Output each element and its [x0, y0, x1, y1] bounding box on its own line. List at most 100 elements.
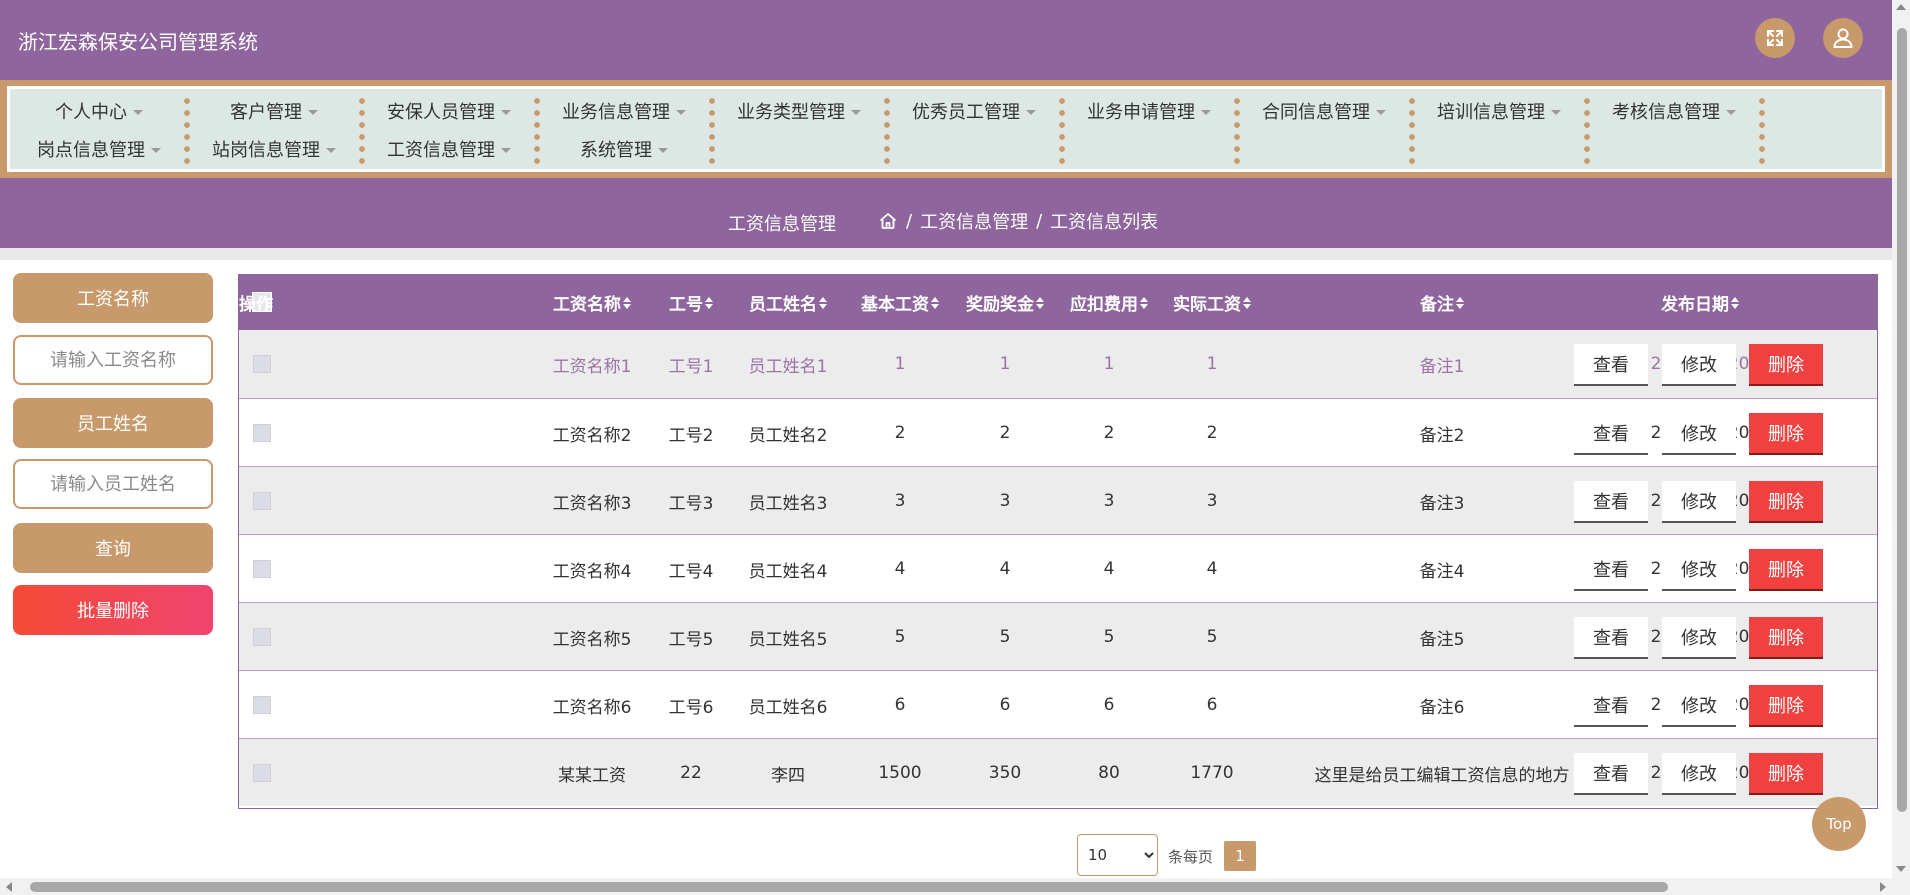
main-nav: 个人中心 客户管理 安保人员管理 业务信息管理 业务类型管理 优秀员工管理 业务申请管理 合同… — [0, 80, 1892, 178]
row-checkbox[interactable] — [253, 355, 271, 373]
salary-name-input[interactable] — [13, 335, 213, 385]
edit-button[interactable]: 修改 — [1662, 685, 1736, 727]
table-row[interactable]: 工资名称5工号5员工姓名55555备注52022-04-20查看修改删除 — [239, 602, 1877, 670]
fullscreen-button[interactable] — [1755, 18, 1795, 58]
nav-item[interactable]: 客户管理 — [187, 92, 361, 130]
home-icon[interactable] — [878, 211, 898, 231]
scroll-down-arrow-icon[interactable] — [1896, 866, 1906, 872]
cell-actual-salary: 2 — [1206, 423, 1218, 443]
cell-employee-name: 员工姓名4 — [748, 561, 828, 582]
column-header-employee-name[interactable]: 员工姓名 — [733, 275, 843, 330]
page-button-current[interactable]: 1 — [1224, 841, 1256, 871]
nav-item[interactable]: 考核信息管理 — [1587, 92, 1761, 130]
delete-button[interactable]: 删除 — [1749, 753, 1823, 795]
cell-remarks: 备注1 — [1419, 356, 1465, 377]
view-button[interactable]: 查看 — [1574, 617, 1648, 659]
delete-button[interactable]: 删除 — [1749, 617, 1823, 659]
nav-item[interactable]: 系统管理 — [537, 130, 711, 168]
scroll-left-arrow-icon[interactable] — [6, 882, 12, 892]
edit-button[interactable]: 修改 — [1662, 413, 1736, 455]
nav-item[interactable]: 工资信息管理 — [362, 130, 536, 168]
sort-icon[interactable] — [1036, 296, 1044, 309]
nav-separator — [1409, 95, 1415, 169]
view-button[interactable]: 查看 — [1574, 413, 1648, 455]
caret-down-icon — [658, 147, 668, 153]
batch-delete-button[interactable]: 批量删除 — [13, 585, 213, 635]
nav-item-label: 安保人员管理 — [387, 102, 495, 123]
scroll-right-arrow-icon[interactable] — [1880, 882, 1886, 892]
view-button[interactable]: 查看 — [1574, 753, 1648, 795]
view-button[interactable]: 查看 — [1574, 549, 1648, 591]
row-checkbox[interactable] — [253, 628, 271, 646]
vertical-scrollbar-thumb[interactable] — [1897, 28, 1907, 812]
cell-salary-name: 工资名称6 — [552, 697, 632, 718]
column-header-deductions[interactable]: 应扣费用 — [1059, 275, 1159, 330]
cell-bonus: 4 — [999, 559, 1011, 579]
nav-item[interactable]: 个人中心 — [12, 92, 186, 130]
scroll-up-arrow-icon[interactable] — [1896, 4, 1906, 10]
view-button[interactable]: 查看 — [1574, 481, 1648, 523]
column-header-base-salary[interactable]: 基本工资 — [850, 275, 950, 330]
sort-icon[interactable] — [1731, 296, 1739, 309]
caret-down-icon — [326, 147, 336, 153]
nav-item[interactable]: 业务类型管理 — [712, 92, 886, 130]
nav-item[interactable]: 培训信息管理 — [1412, 92, 1586, 130]
column-header-actual-salary[interactable]: 实际工资 — [1162, 275, 1262, 330]
edit-button[interactable]: 修改 — [1662, 481, 1736, 523]
row-checkbox[interactable] — [253, 424, 271, 442]
table-row[interactable]: 工资名称2工号2员工姓名22222备注22022-04-20查看修改删除 — [239, 398, 1877, 466]
nav-item[interactable]: 优秀员工管理 — [887, 92, 1061, 130]
edit-button[interactable]: 修改 — [1662, 617, 1736, 659]
back-to-top-button[interactable]: Top — [1812, 797, 1866, 851]
table-row[interactable]: 工资名称4工号4员工姓名44444备注42022-04-20查看修改删除 — [239, 534, 1877, 602]
sort-icon[interactable] — [931, 296, 939, 309]
nav-item-label: 客户管理 — [230, 102, 302, 123]
employee-name-input[interactable] — [13, 459, 213, 509]
cell-employee-name: 员工姓名6 — [748, 697, 828, 718]
table-row[interactable]: 工资名称3工号3员工姓名33333备注32022-04-20查看修改删除 — [239, 466, 1877, 534]
sort-icon[interactable] — [1456, 296, 1464, 309]
edit-button[interactable]: 修改 — [1662, 753, 1736, 795]
nav-item[interactable]: 岗点信息管理 — [12, 130, 186, 168]
breadcrumb-item-salary-management[interactable]: 工资信息管理 — [920, 208, 1028, 234]
cell-salary-name: 工资名称5 — [552, 629, 632, 650]
user-menu-button[interactable] — [1823, 18, 1863, 58]
nav-item[interactable]: 站岗信息管理 — [187, 130, 361, 168]
cell-deductions: 80 — [1098, 763, 1120, 783]
row-checkbox[interactable] — [253, 696, 271, 714]
view-button[interactable]: 查看 — [1574, 685, 1648, 727]
sort-icon[interactable] — [705, 296, 713, 309]
sort-icon[interactable] — [623, 296, 631, 309]
sort-icon[interactable] — [819, 296, 827, 309]
nav-item[interactable]: 业务信息管理 — [537, 92, 711, 130]
column-header-employee-id[interactable]: 工号 — [651, 275, 731, 330]
sort-icon[interactable] — [1243, 296, 1251, 309]
column-header-remarks[interactable]: 备注 — [1282, 275, 1602, 330]
delete-button[interactable]: 删除 — [1749, 344, 1823, 386]
delete-button[interactable]: 删除 — [1749, 481, 1823, 523]
row-checkbox[interactable] — [253, 492, 271, 510]
delete-button[interactable]: 删除 — [1749, 413, 1823, 455]
table-row[interactable]: 工资名称6工号6员工姓名66666备注62022-04-20查看修改删除 — [239, 670, 1877, 738]
cell-employee-id: 工号1 — [668, 356, 714, 377]
row-checkbox[interactable] — [253, 764, 271, 782]
page-size-select[interactable]: 10 — [1077, 834, 1158, 876]
cell-base-salary: 4 — [894, 559, 906, 579]
nav-item[interactable]: 业务申请管理 — [1062, 92, 1236, 130]
column-header-bonus[interactable]: 奖励奖金 — [955, 275, 1055, 330]
delete-button[interactable]: 删除 — [1749, 549, 1823, 591]
delete-button[interactable]: 删除 — [1749, 685, 1823, 727]
edit-button[interactable]: 修改 — [1662, 344, 1736, 386]
column-header-publish-date[interactable]: 发布日期 — [1620, 275, 1780, 330]
nav-item[interactable]: 安保人员管理 — [362, 92, 536, 130]
query-button[interactable]: 查询 — [13, 523, 213, 573]
edit-button[interactable]: 修改 — [1662, 549, 1736, 591]
table-row[interactable]: 某某工资22李四1500350801770这里是给员工编辑工资信息的地方2022… — [239, 738, 1877, 806]
table-row[interactable]: 工资名称1工号1员工姓名11111备注12022-04-20查看修改删除 — [239, 330, 1877, 398]
view-button[interactable]: 查看 — [1574, 344, 1648, 386]
sort-icon[interactable] — [1140, 296, 1148, 309]
horizontal-scrollbar-thumb[interactable] — [30, 882, 1668, 892]
row-checkbox[interactable] — [253, 560, 271, 578]
nav-item[interactable]: 合同信息管理 — [1237, 92, 1411, 130]
column-header-salary-name[interactable]: 工资名称 — [537, 275, 647, 330]
